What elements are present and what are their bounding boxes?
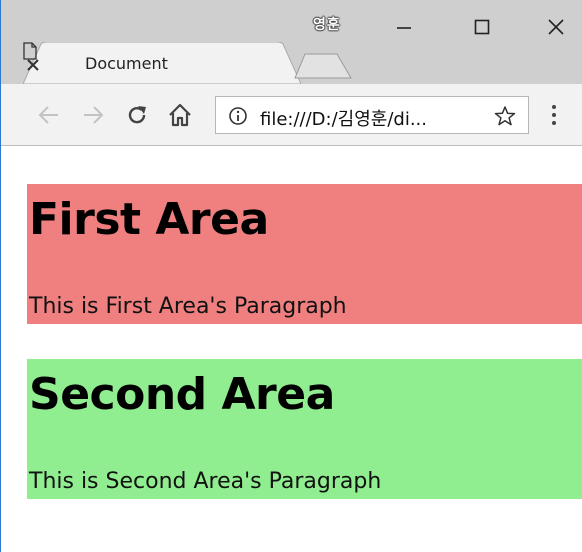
info-icon[interactable] [228, 106, 248, 126]
address-bar[interactable]: file:///D:/김영훈/di... [215, 96, 529, 134]
browser-window: 영훈 Document file:///D:/김영훈/di... First A… [0, 0, 582, 552]
tab-document[interactable]: Document [23, 42, 301, 84]
second-area: Second Area This is Second Area's Paragr… [27, 359, 582, 499]
star-icon[interactable] [494, 105, 516, 127]
reload-icon [128, 106, 146, 124]
first-area: First Area This is First Area's Paragrap… [27, 184, 582, 324]
reload-button[interactable] [125, 84, 149, 146]
new-tab-icon[interactable] [293, 52, 355, 80]
title-bar: 영훈 Document [1, 0, 582, 84]
forward-button[interactable] [81, 84, 105, 146]
tab-title: Document [85, 54, 168, 73]
profile-name[interactable]: 영훈 [313, 14, 341, 34]
browser-toolbar: file:///D:/김영훈/di... [1, 84, 582, 146]
close-window-button[interactable] [533, 12, 579, 42]
minimize-button[interactable] [381, 12, 427, 42]
first-area-heading: First Area [29, 194, 269, 245]
home-button[interactable] [167, 84, 193, 146]
minimize-icon [397, 27, 411, 29]
back-button[interactable] [37, 84, 61, 146]
second-area-paragraph: This is Second Area's Paragraph [29, 469, 382, 494]
home-icon [169, 103, 191, 127]
forward-arrow-icon [84, 106, 104, 124]
back-arrow-icon [38, 106, 58, 124]
close-icon [548, 19, 564, 35]
second-area-heading: Second Area [29, 369, 335, 420]
first-area-paragraph: This is First Area's Paragraph [29, 294, 347, 319]
page-content: First Area This is First Area's Paragrap… [13, 146, 582, 552]
kebab-menu-icon[interactable] [549, 104, 559, 126]
tab-close-icon[interactable] [23, 55, 43, 75]
url-text[interactable]: file:///D:/김영훈/di... [260, 105, 427, 131]
maximize-button[interactable] [459, 12, 505, 42]
maximize-icon [474, 19, 490, 35]
